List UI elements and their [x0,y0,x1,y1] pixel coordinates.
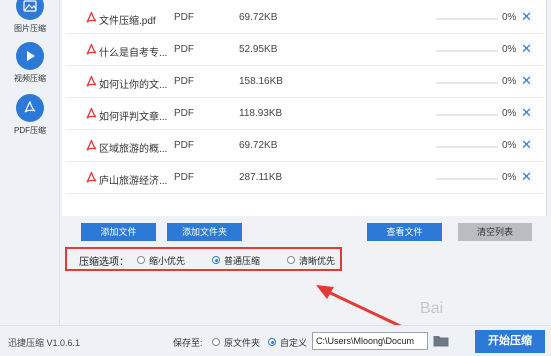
progress-bar [436,114,498,116]
watermark: Bai [420,300,444,317]
file-name: 区域旅游的概... [99,144,168,155]
progress-bar [436,178,498,180]
progress-bar [436,18,498,20]
radio-original-folder[interactable] [212,338,220,346]
remove-file-icon[interactable]: ✕ [521,137,532,153]
radio-label: 原文件夹 [224,338,261,348]
pdf-file-icon [86,140,97,151]
file-size: 118.93KB [239,108,283,119]
radio-label: 缩小优先 [149,256,186,266]
remove-file-icon[interactable]: ✕ [521,9,532,25]
folder-icon[interactable] [433,334,449,347]
progress-bar [436,146,498,148]
version-label: 迅捷压缩 V1.0.6.1 [8,338,81,348]
play-icon [16,42,44,70]
file-name: 如何让你的文... [99,80,168,91]
progress-percent: 0% [502,108,517,119]
remove-file-icon[interactable]: ✕ [521,169,532,185]
file-size: 69.72KB [239,140,278,151]
progress-bar [436,82,498,84]
add-file-button[interactable]: 添加文件 [81,223,156,241]
progress-percent: 0% [502,172,517,183]
footer: 迅捷压缩 V1.0.6.1 保存至: 原文件夹 自定义 开始压缩 [0,325,551,356]
list-item[interactable]: 什么是自考专... PDF 52.95KB 0% ✕ [66,34,543,66]
sidebar: 图片压缩 视频压缩 PDF压缩 [0,0,60,325]
image-icon [16,0,44,20]
add-folder-button[interactable]: 添加文件夹 [167,223,242,241]
sidebar-item-video[interactable]: 视频压缩 [0,42,60,84]
file-name: 什么是自考专... [99,48,168,59]
save-to-label: 保存至: [173,338,203,348]
pdf-file-icon [86,44,97,55]
remove-file-icon[interactable]: ✕ [521,105,532,121]
remove-file-icon[interactable]: ✕ [521,73,532,89]
radio-label: 普通压缩 [224,256,261,266]
progress-percent: 0% [502,140,517,151]
list-item[interactable]: 庐山旅游经济... PDF 287.11KB 0% ✕ [66,162,543,194]
start-compress-button[interactable]: 开始压缩 [475,330,545,353]
sidebar-item-pdf[interactable]: PDF压缩 [0,94,60,136]
file-type: PDF [174,44,194,55]
sidebar-item-label: 图片压缩 [14,24,46,33]
remove-file-icon[interactable]: ✕ [521,41,532,57]
radio-normal[interactable] [212,256,220,264]
view-file-button[interactable]: 查看文件 [367,223,442,241]
file-name: 文件压缩.pdf [99,16,156,27]
action-bar: 添加文件 添加文件夹 查看文件 清空列表 [62,216,547,248]
pdf-file-icon [86,108,97,119]
pdf-file-icon [86,76,97,87]
pdf-file-icon [86,172,97,183]
file-type: PDF [174,140,194,151]
file-type: PDF [174,76,194,87]
clear-list-button[interactable]: 清空列表 [458,223,532,241]
file-name: 如何评判文章... [99,112,168,123]
file-size: 69.72KB [239,12,278,23]
sidebar-item-label: PDF压缩 [14,126,46,135]
radio-label: 清晰优先 [299,256,336,266]
output-path-input[interactable] [312,332,428,350]
file-size: 158.16KB [239,76,283,87]
file-type: PDF [174,172,194,183]
file-size: 287.11KB [239,172,283,183]
radio-shrink-first[interactable] [137,256,145,264]
file-size: 52.95KB [239,44,278,55]
file-type: PDF [174,12,194,23]
radio-custom-folder[interactable] [268,338,276,346]
pdf-icon [16,94,44,122]
progress-bar [436,50,498,52]
sidebar-item-image[interactable]: 图片压缩 [0,0,60,34]
file-type: PDF [174,108,194,119]
file-list: 文件压缩.pdf PDF 69.72KB 0% ✕ 什么是自考专... PDF … [62,0,547,216]
pdf-file-icon [86,12,97,23]
progress-percent: 0% [502,12,517,23]
compress-options-label: 压缩选项： [79,257,129,268]
sidebar-item-label: 视频压缩 [14,74,46,83]
radio-label: 自定义 [280,338,308,348]
radio-clarity-first[interactable] [287,256,295,264]
progress-percent: 0% [502,76,517,87]
list-item[interactable]: 文件压缩.pdf PDF 69.72KB 0% ✕ [66,2,543,34]
list-item[interactable]: 如何让你的文... PDF 158.16KB 0% ✕ [66,66,543,98]
list-item[interactable]: 区域旅游的概... PDF 69.72KB 0% ✕ [66,130,543,162]
progress-percent: 0% [502,44,517,55]
list-item[interactable]: 如何评判文章... PDF 118.93KB 0% ✕ [66,98,543,130]
file-name: 庐山旅游经济... [99,176,168,187]
compress-options: 压缩选项： 缩小优先 普通压缩 清晰优先 [65,247,342,271]
